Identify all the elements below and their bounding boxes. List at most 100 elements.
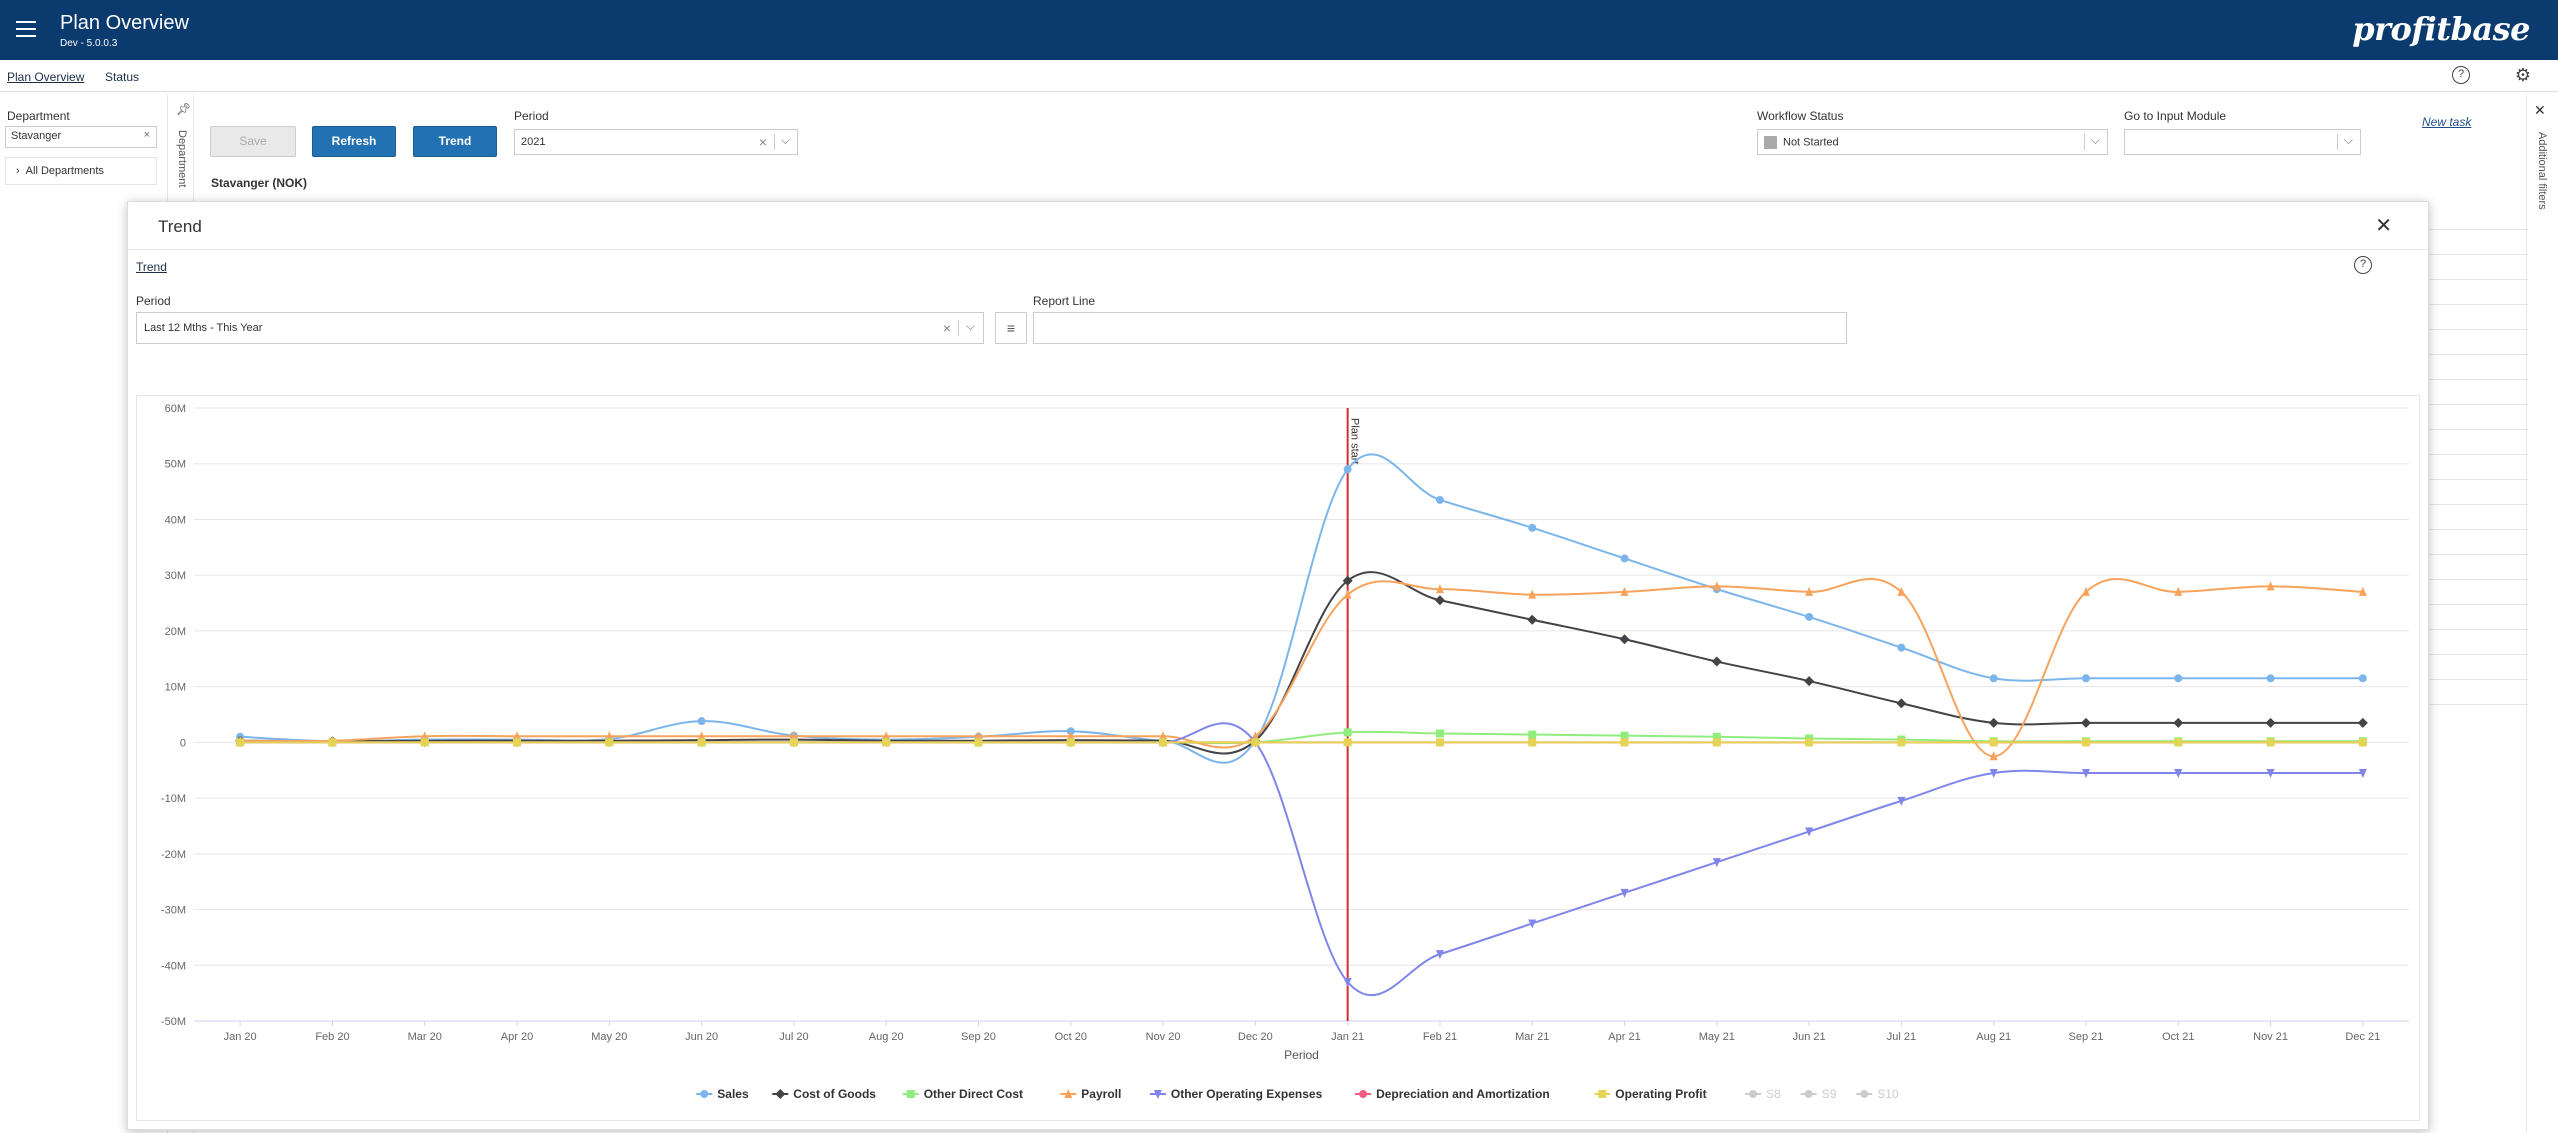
tab-status[interactable]: Status: [105, 70, 139, 84]
data-point: [1527, 614, 1538, 625]
data-point: [1343, 728, 1352, 737]
data-point: [1620, 738, 1629, 747]
report-line-input[interactable]: [1033, 312, 1847, 344]
data-point: [1435, 738, 1444, 747]
data-point: [2081, 674, 2090, 683]
data-point: [1619, 634, 1630, 645]
x-tick-label: Nov 20: [1146, 1031, 1181, 1043]
legend-item[interactable]: Cost of Goods: [793, 1087, 876, 1101]
x-tick-label: Oct 21: [2162, 1031, 2194, 1043]
pin-icon[interactable]: 📌︎: [176, 102, 191, 116]
clear-icon[interactable]: ×: [144, 129, 150, 141]
y-tick-label: 40M: [165, 514, 186, 526]
legend-item[interactable]: S9: [1822, 1087, 1837, 1101]
data-point: [236, 738, 245, 747]
data-point: [2266, 738, 2275, 747]
chevron-right-icon[interactable]: ›: [16, 165, 20, 177]
y-tick-label: 0: [180, 737, 186, 749]
data-point: [1343, 589, 1352, 599]
app-version: Dev - 5.0.0.3: [60, 38, 118, 49]
data-point: [1620, 554, 1629, 563]
x-tick-label: Nov 21: [2253, 1031, 2288, 1043]
department-value: Stavanger: [11, 130, 62, 142]
close-icon[interactable]: ✕: [2375, 213, 2392, 238]
x-tick-label: Dec 20: [1238, 1031, 1273, 1043]
clear-icon[interactable]: ×: [759, 134, 767, 150]
data-point: [974, 738, 983, 747]
filters-collapse-strip[interactable]: [2526, 95, 2558, 1133]
x-tick-label: Jan 20: [224, 1031, 257, 1043]
chevron-down-icon[interactable]: ⌵: [966, 319, 975, 334]
data-point: [1860, 1090, 1869, 1098]
period-select[interactable]: 2021 × ⌵: [514, 129, 798, 155]
period-value: 2021: [521, 136, 546, 148]
help-icon[interactable]: ?: [2354, 256, 2372, 274]
help-icon[interactable]: ?: [2452, 66, 2470, 84]
period-label: Period: [514, 109, 549, 123]
legend-item[interactable]: Payroll: [1081, 1087, 1121, 1101]
chevron-down-icon[interactable]: ⌵: [2344, 133, 2353, 148]
period-select[interactable]: Last 12 Mths - This Year × ⌵: [136, 312, 984, 344]
data-point: [1897, 738, 1906, 747]
legend-item[interactable]: Other Operating Expenses: [1171, 1087, 1323, 1101]
series-line: [240, 722, 2363, 997]
data-point: [2358, 674, 2367, 683]
x-tick-label: Aug 20: [869, 1031, 904, 1043]
data-point: [1805, 612, 1814, 621]
app-header: Plan Overview Dev - 5.0.0.3 profitbase: [0, 0, 2558, 60]
clear-icon[interactable]: ×: [943, 320, 951, 336]
tree-item-all-departments[interactable]: › All Departments: [5, 157, 157, 185]
data-point: [1159, 738, 1168, 747]
data-point: [1359, 1090, 1368, 1098]
data-point: [1528, 738, 1537, 747]
tree-item-label: All Departments: [25, 165, 104, 177]
tab-plan-overview[interactable]: Plan Overview: [7, 70, 84, 84]
trend-button[interactable]: Trend: [413, 126, 497, 157]
data-point: [2358, 738, 2367, 747]
refresh-button[interactable]: Refresh: [312, 126, 396, 157]
data-point: [328, 738, 337, 747]
chevron-down-icon[interactable]: ⌵: [2091, 133, 2100, 148]
legend-item[interactable]: S10: [1877, 1087, 1899, 1101]
y-tick-label: 10M: [165, 682, 186, 694]
legend-item[interactable]: Depreciation and Amortization: [1376, 1087, 1550, 1101]
workflow-status-select[interactable]: Not Started ⌵: [1757, 129, 2108, 155]
background-table: [2428, 205, 2528, 705]
data-point: [2080, 717, 2091, 728]
x-tick-label: Jan 21: [1331, 1031, 1364, 1043]
sub-navigation: Plan Overview Status ? ⚙: [0, 60, 2558, 92]
legend-item[interactable]: S8: [1766, 1087, 1781, 1101]
x-tick-label: Aug 21: [1976, 1031, 2011, 1043]
input-module-label: Go to Input Module: [2124, 109, 2227, 123]
x-tick-label: Feb 21: [1423, 1031, 1457, 1043]
new-task-link[interactable]: New task: [2422, 115, 2471, 129]
y-tick-label: -20M: [161, 849, 186, 861]
x-tick-label: May 21: [1699, 1031, 1735, 1043]
y-tick-label: 60M: [165, 403, 186, 415]
input-module-select[interactable]: ⌵: [2124, 129, 2361, 155]
data-point: [1897, 586, 1906, 596]
filter-off-icon[interactable]: ✕: [2534, 102, 2546, 119]
dialog-title: Trend: [158, 217, 202, 236]
tab-trend[interactable]: Trend: [136, 260, 167, 274]
save-button[interactable]: Save: [210, 126, 296, 157]
legend-item[interactable]: Sales: [717, 1087, 749, 1101]
chevron-down-icon[interactable]: ⌵: [781, 133, 790, 148]
legend-item[interactable]: Other Direct Cost: [924, 1087, 1023, 1101]
y-tick-label: 30M: [165, 570, 186, 582]
data-point: [2357, 717, 2368, 728]
x-tick-label: Apr 20: [501, 1031, 533, 1043]
data-point: [882, 738, 891, 747]
list-icon[interactable]: ≡: [995, 312, 1027, 344]
legend-item[interactable]: Operating Profit: [1615, 1087, 1706, 1101]
data-point: [1435, 729, 1444, 738]
data-point: [1598, 1090, 1607, 1098]
menu-icon[interactable]: [16, 21, 36, 39]
data-point: [1711, 656, 1722, 667]
data-point: [2174, 674, 2183, 683]
settings-icon[interactable]: ⚙: [2514, 66, 2532, 84]
data-point: [1988, 717, 1999, 728]
data-point: [1896, 698, 1907, 709]
data-point: [1804, 676, 1815, 687]
department-search-input[interactable]: Stavanger ×: [5, 126, 157, 148]
